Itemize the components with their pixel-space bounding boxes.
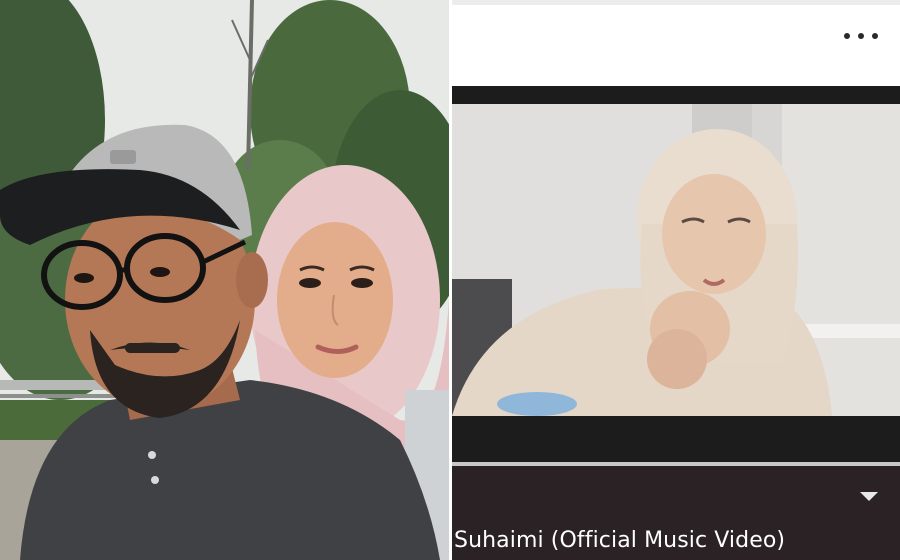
video-still-illustration [452, 104, 900, 416]
chevron-down-icon[interactable] [860, 492, 878, 501]
video-info-panel: Suhaimi (Official Music Video) [452, 466, 900, 560]
selfie-illustration [0, 0, 449, 560]
more-horizontal-icon[interactable] [844, 29, 878, 43]
more-dot [872, 33, 878, 39]
image-collage: Suhaimi (Official Music Video) [0, 0, 900, 560]
couple-selfie-photo [0, 0, 449, 560]
video-title: Suhaimi (Official Music Video) [454, 528, 786, 553]
video-player-screenshot: Suhaimi (Official Music Video) [452, 0, 900, 560]
player-top-bar [452, 0, 900, 86]
video-player[interactable] [452, 86, 900, 466]
video-frame[interactable] [452, 104, 900, 504]
more-dot [844, 33, 850, 39]
more-dot [858, 33, 864, 39]
